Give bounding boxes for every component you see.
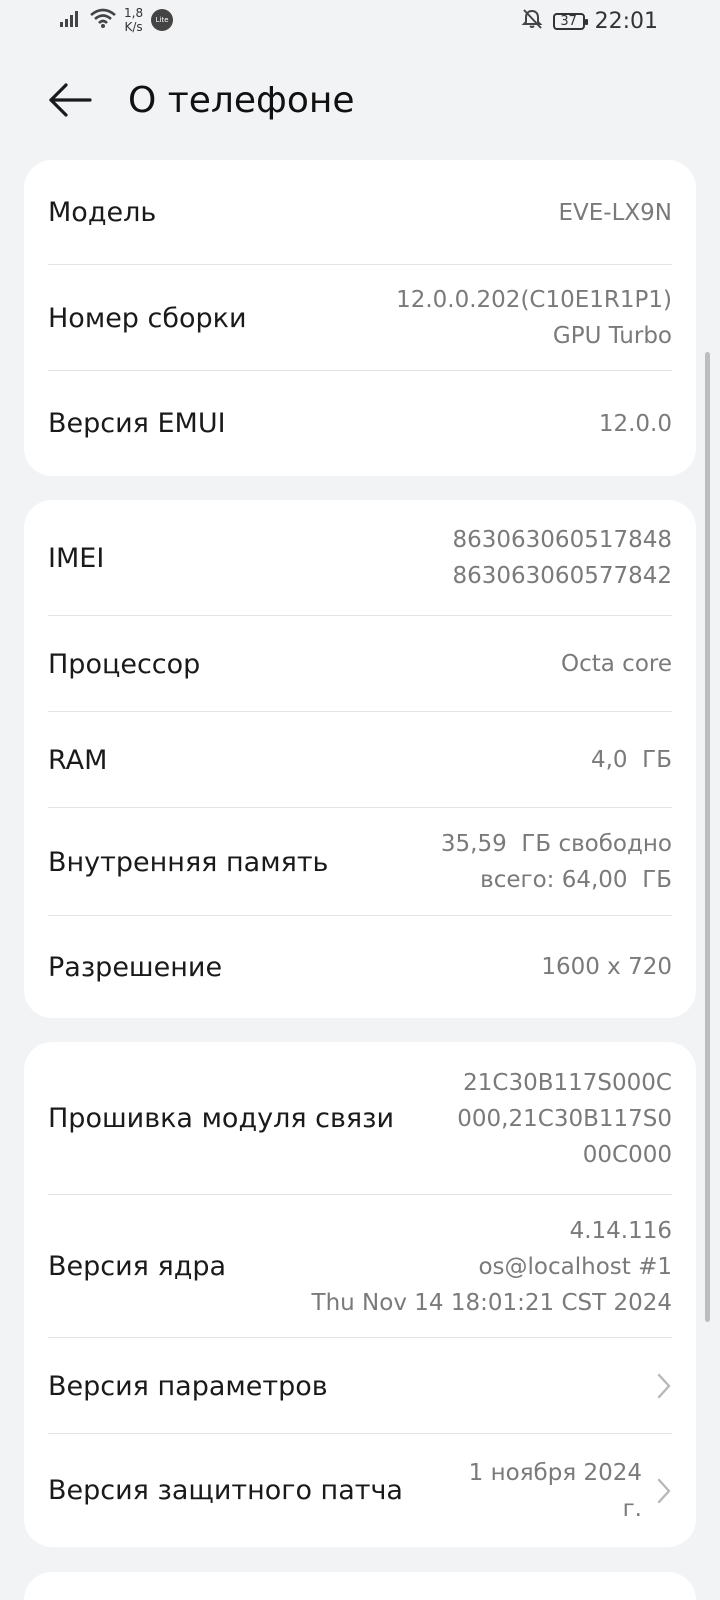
status-time: 22:01 xyxy=(594,8,658,34)
build-number-row[interactable]: Номер сборки 12.0.0.202(C10E1R1P1) GPU T… xyxy=(48,265,672,371)
imei-value: 863063060517848 863063060577842 xyxy=(453,522,673,594)
network-speed-value: 1,8 xyxy=(124,6,144,20)
device-info-card: Модель EVE-LX9N Номер сборки 12.0.0.202(… xyxy=(24,160,696,476)
security-patch-label: Версия защитного патча xyxy=(48,1475,403,1506)
scrollbar[interactable] xyxy=(705,352,710,1322)
imei-line: 863063060577842 xyxy=(452,563,673,589)
kernel-version-line: Thu Nov 14 18:01:21 CST 2024 xyxy=(311,1289,672,1316)
ram-label: RAM xyxy=(48,744,108,776)
kernel-version-line: os@localhost #1 xyxy=(478,1253,672,1280)
resolution-label: Разрешение xyxy=(48,951,223,983)
kernel-version-row: Версия ядра 4.14.116 os@localhost #1 Thu… xyxy=(48,1195,672,1338)
imei-label: IMEI xyxy=(48,542,105,574)
security-patch-row[interactable]: Версия защитного патча 1 ноября 2024 г. xyxy=(48,1434,672,1547)
software-info-card: Прошивка модуля связи 21C30B117S000C 000… xyxy=(24,1042,696,1547)
security-patch-line: 1 ноября 2024 xyxy=(468,1459,642,1486)
model-row: Модель EVE-LX9N xyxy=(48,160,672,265)
status-left: 1,8 K/s Lite xyxy=(60,6,174,34)
parameters-version-right xyxy=(656,1373,672,1399)
imei-row: IMEI 863063060517848 863063060577842 xyxy=(48,500,672,616)
kernel-version-value: 4.14.116 os@localhost #1 Thu Nov 14 18:0… xyxy=(312,1213,672,1321)
resolution-line: 1600 x 720 xyxy=(541,954,672,980)
emui-version-value: 12.0.0 xyxy=(599,406,672,442)
app-header: О телефоне xyxy=(0,68,720,140)
security-patch-right: 1 ноября 2024 г. xyxy=(469,1455,672,1527)
resolution-value: 1600 x 720 xyxy=(541,949,672,985)
network-speed-unit: K/s xyxy=(124,20,143,34)
baseband-value: 21C30B117S000C 000,21C30B117S0 00C000 xyxy=(457,1065,672,1173)
ram-row: RAM 4,0 ГБ xyxy=(48,712,672,808)
emui-version-row: Версия EMUI 12.0.0 xyxy=(48,371,672,476)
battery-icon: 37 xyxy=(552,12,588,30)
resolution-row: Разрешение 1600 x 720 xyxy=(48,916,672,1018)
arrow-left-icon xyxy=(48,83,92,121)
baseband-row: Прошивка модуля связи 21C30B117S000C 000… xyxy=(48,1042,672,1195)
build-number-label: Номер сборки xyxy=(48,302,247,334)
chevron-right-icon xyxy=(656,1478,672,1504)
ram-value: 4,0 ГБ xyxy=(591,742,672,778)
lite-app-icon: Lite xyxy=(151,9,174,31)
processor-line: Octa core xyxy=(561,651,672,677)
ram-line: 4,0 ГБ xyxy=(590,747,672,773)
back-button[interactable] xyxy=(44,76,96,128)
emui-version-line: 12.0.0 xyxy=(598,410,672,437)
build-number-line: GPU Turbo xyxy=(552,323,672,349)
storage-row: Внутренняя память 35,59 ГБ свободно всег… xyxy=(48,808,672,916)
wifi-icon xyxy=(90,8,116,32)
page-title: О телефоне xyxy=(128,80,355,121)
security-patch-line: г. xyxy=(622,1495,642,1522)
signal-icon xyxy=(60,9,82,31)
kernel-version-line: 4.14.116 xyxy=(569,1217,672,1244)
build-number-value: 12.0.0.202(C10E1R1P1) GPU Turbo xyxy=(396,282,672,354)
kernel-version-label: Версия ядра xyxy=(48,1251,227,1282)
storage-line: всего: 64,00 ГБ xyxy=(480,867,672,893)
parameters-version-label: Версия параметров xyxy=(48,1370,328,1402)
next-card xyxy=(24,1572,696,1600)
processor-value: Octa core xyxy=(561,646,672,682)
parameters-version-row[interactable]: Версия параметров xyxy=(48,1338,672,1434)
model-value-line: EVE-LX9N xyxy=(558,199,672,226)
build-number-line: 12.0.0.202(C10E1R1P1) xyxy=(396,287,672,313)
emui-version-label: Версия EMUI xyxy=(48,408,226,439)
chevron-right-icon xyxy=(656,1373,672,1399)
processor-label: Процессор xyxy=(48,648,201,680)
bell-muted-icon xyxy=(521,8,543,34)
network-speed: 1,8 K/s xyxy=(124,6,143,34)
model-label: Модель xyxy=(48,197,157,228)
model-value: EVE-LX9N xyxy=(558,195,672,231)
baseband-label: Прошивка модуля связи xyxy=(48,1103,395,1134)
baseband-line: 000,21C30B117S0 xyxy=(457,1105,672,1132)
baseband-line: 00C000 xyxy=(582,1141,672,1168)
imei-line: 863063060517848 xyxy=(452,527,673,553)
hardware-info-card: IMEI 863063060517848 863063060577842 Про… xyxy=(24,500,696,1018)
status-bar: 1,8 K/s Lite 37 22:01 xyxy=(0,0,720,48)
storage-value: 35,59 ГБ свободно всего: 64,00 ГБ xyxy=(441,826,672,898)
security-patch-value: 1 ноября 2024 г. xyxy=(469,1455,642,1527)
processor-row: Процессор Octa core xyxy=(48,616,672,712)
status-right: 37 22:01 xyxy=(521,8,658,34)
storage-label: Внутренняя память xyxy=(48,846,329,878)
baseband-line: 21C30B117S000C xyxy=(463,1069,672,1096)
storage-line: 35,59 ГБ свободно xyxy=(440,831,672,857)
